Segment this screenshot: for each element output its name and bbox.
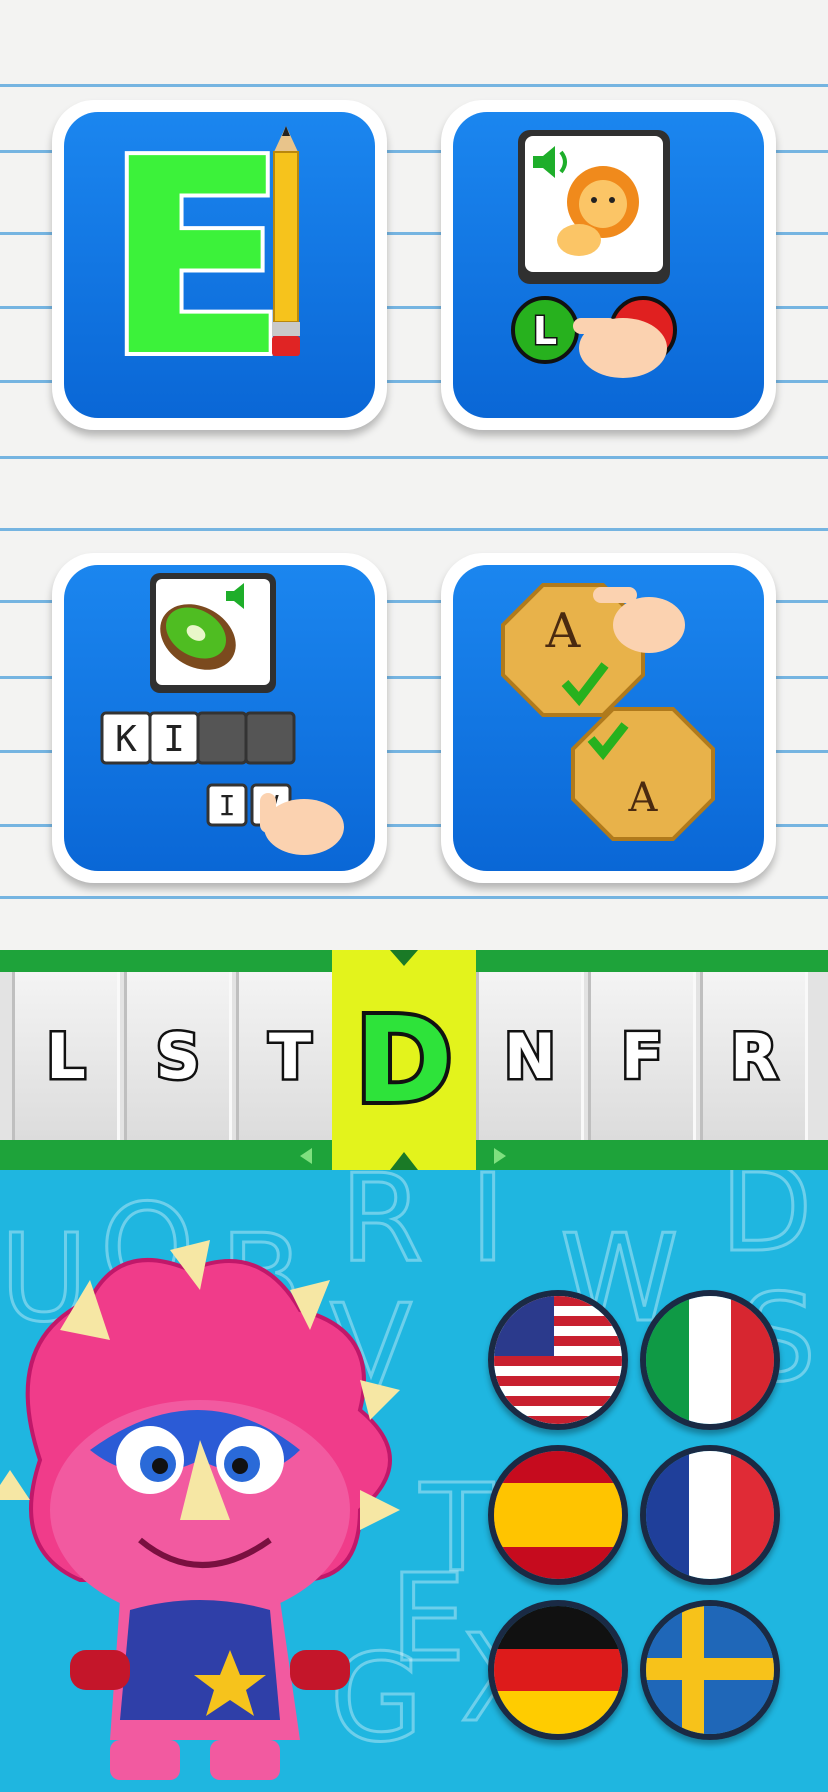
selection-marker-top-icon: [390, 950, 418, 966]
pointing-hand-icon: [573, 318, 667, 378]
paper-line: [0, 896, 828, 899]
language-button-french[interactable]: [640, 1445, 780, 1585]
letter-tracing-activity-tile[interactable]: E: [52, 100, 387, 430]
letter-selector-strip: L S T D N F R: [0, 950, 828, 1170]
sound-match-illustration: L: [511, 130, 677, 378]
spell-word-illustration: K I I V: [100, 573, 344, 855]
pencil-icon: [272, 126, 300, 356]
france-flag-icon: [646, 1451, 774, 1579]
svg-text:L: L: [533, 309, 557, 353]
background-letter: I: [468, 1170, 506, 1291]
svg-text:A: A: [628, 775, 659, 821]
selection-marker-bottom-icon: [390, 1152, 418, 1170]
dinosaur-mascot-illustration: [0, 1240, 400, 1780]
body: [70, 1590, 350, 1780]
spain-flag-icon: [494, 1451, 622, 1579]
scroll-right-arrow-icon[interactable]: [484, 1148, 506, 1164]
background-letter: D: [718, 1170, 813, 1281]
svg-text:I: I: [219, 789, 236, 822]
selected-letter-cell[interactable]: D: [332, 950, 476, 1170]
trace-letter: E: [104, 112, 288, 416]
letter-cell[interactable]: R: [700, 972, 808, 1140]
paper-line: [0, 456, 828, 459]
letter-match-illustration: A A: [501, 583, 715, 841]
letter-cell[interactable]: L: [12, 972, 120, 1140]
svg-text:K: K: [115, 719, 137, 760]
paper-line: [0, 84, 828, 87]
letter-cell[interactable]: N: [476, 972, 584, 1140]
svg-text:I: I: [163, 719, 185, 760]
language-button-spanish[interactable]: [488, 1445, 628, 1585]
letter-cell[interactable]: T: [236, 972, 344, 1140]
language-selection-panel: U O B R I W D V T E G X S: [0, 1170, 828, 1792]
spell-word-activity-tile[interactable]: K I I V: [52, 553, 387, 883]
svg-text:A: A: [545, 603, 582, 659]
notebook-paper-background: E L K I I A A: [0, 0, 828, 950]
language-button-swedish[interactable]: [640, 1600, 780, 1740]
paper-line: [0, 528, 828, 531]
sound-match-activity-tile[interactable]: L: [441, 100, 776, 430]
letter-cell[interactable]: F: [588, 972, 696, 1140]
letter-cell[interactable]: S: [124, 972, 232, 1140]
language-button-italian[interactable]: [640, 1290, 780, 1430]
germany-flag-icon: [494, 1606, 622, 1734]
pointing-hand-icon: [260, 793, 344, 855]
sweden-flag-icon: [646, 1606, 774, 1734]
language-button-german[interactable]: [488, 1600, 628, 1740]
letter-match-activity-tile[interactable]: A A: [441, 553, 776, 883]
letter-tracing-illustration: E: [100, 112, 300, 418]
scroll-left-arrow-icon[interactable]: [300, 1148, 322, 1164]
language-button-english[interactable]: [488, 1290, 628, 1430]
italy-flag-icon: [646, 1296, 774, 1424]
us-flag-icon: [494, 1296, 622, 1424]
head: [50, 1400, 350, 1620]
